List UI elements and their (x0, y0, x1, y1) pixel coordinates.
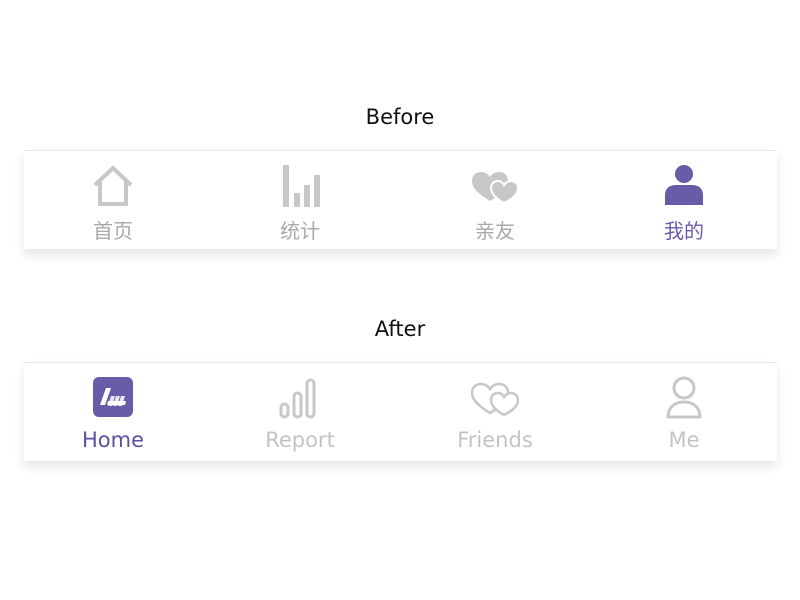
before-tab-me-label: 我的 (664, 219, 704, 243)
before-section-title: Before (365, 105, 435, 129)
before-tab-stats[interactable]: 统计 (241, 151, 359, 249)
after-tab-friends[interactable]: Friends (436, 363, 554, 461)
after-tab-me[interactable]: Me (625, 363, 743, 461)
hearts-outline-icon (471, 375, 519, 421)
before-tab-bar: 首页 统计 亲友 我的 (24, 150, 777, 249)
home-app-icon (89, 375, 137, 421)
after-tab-friends-label: Friends (457, 428, 533, 452)
after-tab-home[interactable]: Home (54, 363, 172, 461)
user-outline-icon (660, 375, 708, 421)
after-tab-me-label: Me (668, 428, 700, 452)
after-tab-home-label: Home (81, 428, 144, 452)
before-tab-me[interactable]: 我的 (625, 151, 743, 249)
before-tab-home-label: 首页 (93, 219, 133, 243)
home-icon (89, 163, 137, 209)
after-tab-bar: Home Report Friends Me (24, 362, 777, 461)
hearts-icon (471, 163, 519, 209)
user-icon (660, 163, 708, 209)
after-section-title: After (374, 317, 426, 341)
report-bars-icon (276, 375, 324, 421)
after-tab-report[interactable]: Report (241, 363, 359, 461)
bar-chart-icon (276, 163, 324, 209)
after-tab-report-label: Report (265, 428, 335, 452)
before-tab-home[interactable]: 首页 (54, 151, 172, 249)
before-tab-stats-label: 统计 (280, 219, 320, 243)
before-tab-friends-label: 亲友 (475, 219, 515, 243)
before-tab-friends[interactable]: 亲友 (436, 151, 554, 249)
